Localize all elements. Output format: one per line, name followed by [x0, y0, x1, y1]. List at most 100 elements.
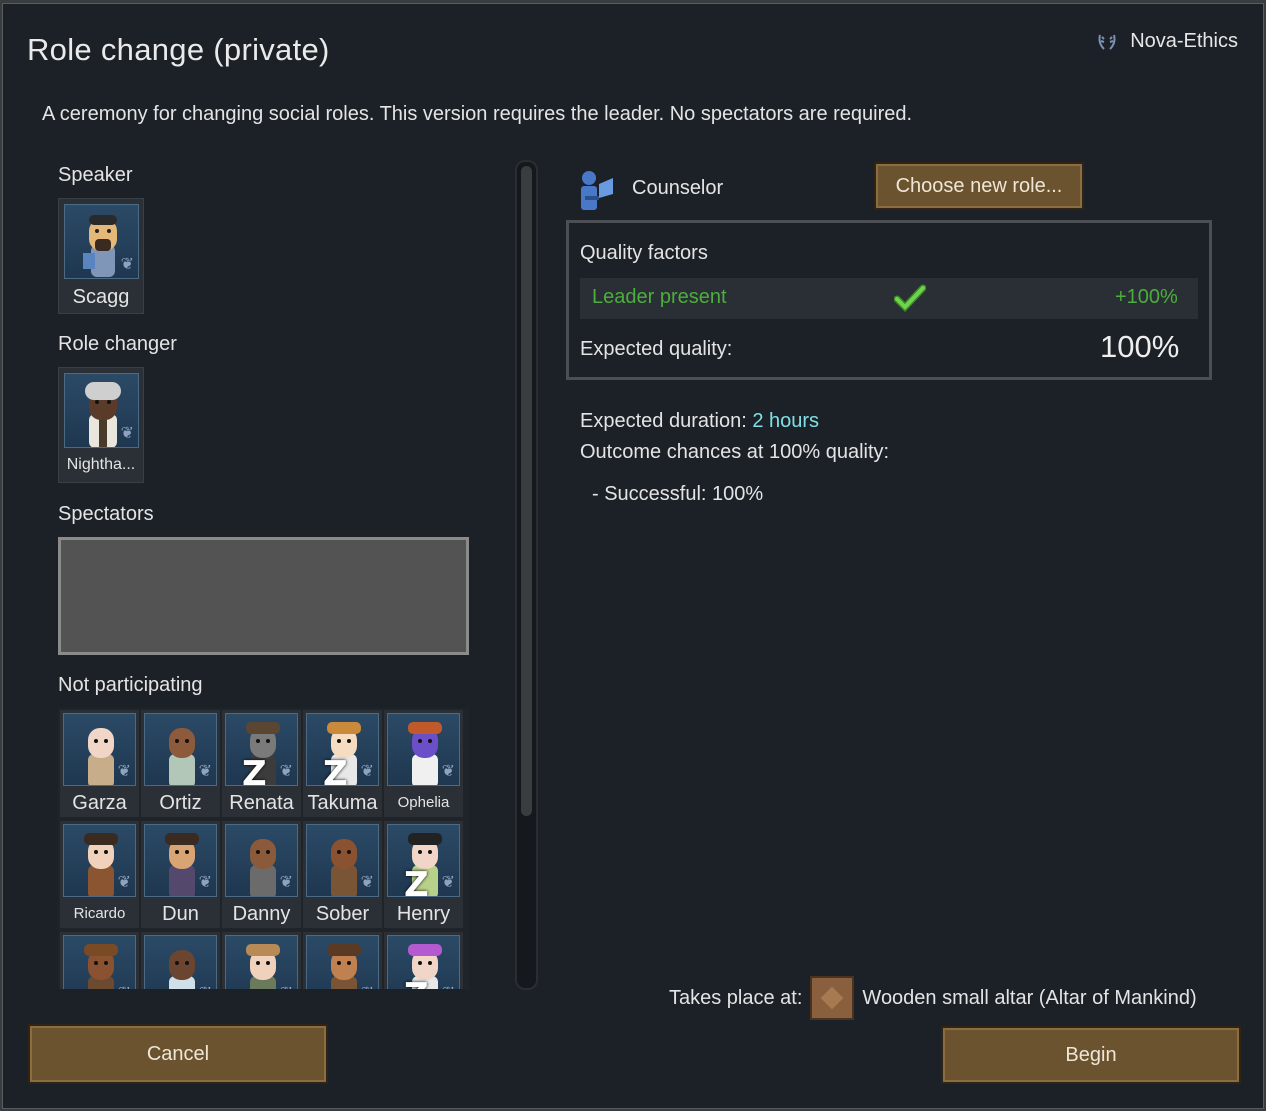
speaker-pawn-card[interactable]: ❦ Scagg [58, 198, 144, 314]
ideology-laurel-icon: ❦ [361, 983, 374, 989]
ideology-laurel-icon: ❦ [280, 983, 293, 989]
pawn-card[interactable]: ❦ Dun [141, 821, 220, 928]
ideology-laurel-icon: ❦ [441, 874, 455, 891]
ideology-laurel-icon: ❦ [118, 983, 131, 989]
pawn-portrait: ❦ [144, 824, 217, 897]
pawn-portrait: ❦ [63, 713, 136, 786]
begin-button[interactable]: Begin [941, 1026, 1241, 1084]
ideology-laurel-icon: ❦ [441, 763, 455, 780]
quality-factor-value: +100% [1115, 286, 1178, 308]
ideology-laurel-icon: ❦ [198, 874, 212, 891]
pawn-card[interactable]: ❦ Ophelia [384, 710, 463, 817]
sleeping-icon: Z [404, 865, 429, 897]
pawn-name: Ortiz [159, 792, 202, 814]
ideology-laurel-icon: ❦ [198, 763, 212, 780]
ideology-icon [1098, 34, 1116, 50]
pawn-portrait: ❦ [144, 713, 217, 786]
pawn-card[interactable]: ❦ Danny [222, 821, 301, 928]
ritual-location: Takes place at: Wooden small altar (Alta… [669, 976, 1197, 1020]
pawn-card[interactable]: Z❦ [384, 932, 463, 989]
pawn-portrait: ❦ [306, 935, 379, 989]
left-panel-scrollbar[interactable] [515, 160, 538, 990]
speaker-label: Speaker [58, 164, 133, 186]
pawn-card[interactable]: ❦ [60, 932, 139, 989]
pawn-portrait: ❦ [144, 935, 217, 989]
role-changer-label: Role changer [58, 333, 177, 355]
pawn-name: Ophelia [397, 794, 450, 811]
outcome-chances-label: Outcome chances at 100% quality: [580, 441, 890, 463]
role-name: Counselor [632, 177, 724, 199]
sleeping-icon: Z [323, 754, 348, 786]
checkmark-icon [894, 284, 926, 312]
pawn-name: Henry [396, 903, 451, 925]
sleeping-icon: Z [404, 976, 429, 989]
pawn-card[interactable]: Z ❦ Takuma [303, 710, 382, 817]
pawn-card[interactable]: ❦ [303, 932, 382, 989]
pawn-card[interactable]: ❦ [141, 932, 220, 989]
pawn-portrait: Z❦ [387, 935, 460, 989]
counselor-role-icon [581, 171, 613, 210]
ritual-description: A ceremony for changing social roles. Th… [42, 103, 913, 125]
pawn-portrait: ❦ [64, 204, 139, 279]
ideology-laurel-icon: ❦ [120, 256, 134, 273]
choose-new-role-button[interactable]: Choose new role... [874, 162, 1084, 210]
pawn-card[interactable]: ❦ Garza [60, 710, 139, 817]
ideology-laurel-icon: ❦ [360, 874, 374, 891]
pawn-portrait: Z❦ [387, 824, 460, 897]
ideology-laurel-icon: ❦ [117, 874, 131, 891]
pawn-name: Takuma [307, 792, 378, 814]
pawn-portrait: ❦ [64, 373, 139, 448]
location-label: Takes place at: [669, 986, 803, 1009]
duration-label: Expected duration: [580, 410, 747, 432]
sleeping-icon: Z [242, 754, 267, 786]
ideology-laurel-icon: ❦ [199, 983, 212, 989]
pawn-card[interactable]: ❦ Ricardo [60, 821, 139, 928]
not-participating-label: Not participating [58, 674, 203, 696]
ideology-laurel-icon: ❦ [117, 763, 131, 780]
ideology-laurel-icon: ❦ [120, 425, 134, 442]
pawn-portrait: Z❦ [225, 713, 298, 786]
quality-factor-label: Leader present [592, 286, 727, 308]
duration-value: 2 hours [752, 410, 820, 432]
pawn-portrait: ❦ [306, 824, 379, 897]
pawn-card[interactable]: ❦ Ortiz [141, 710, 220, 817]
ideology-name: Nova-Ethics [1130, 30, 1238, 52]
pawn-card[interactable]: Z ❦ Renata [222, 710, 301, 817]
pawn-card[interactable]: ❦ Sober [303, 821, 382, 928]
expected-duration: Expected duration: 2 hours [580, 410, 819, 433]
pawn-name: Ricardo [73, 905, 126, 922]
ideology-laurel-icon: ❦ [360, 763, 374, 780]
scrollbar-thumb[interactable] [521, 166, 532, 816]
dialog-title: Role change (private) [27, 32, 330, 67]
pawn-card[interactable]: Z ❦ Henry [384, 821, 463, 928]
ideology-laurel-icon: ❦ [279, 874, 293, 891]
pawn-portrait: ❦ [63, 935, 136, 989]
pawn-portrait: ❦ [225, 935, 298, 989]
not-participating-grid: ❦ Garza ❦ Ortiz Z ❦ Renata Z ❦ Takuma ❦ Ophelia ❦ Ric… [58, 708, 469, 989]
speaker-name: Scagg [72, 286, 130, 308]
spectators-drop-area[interactable] [58, 537, 469, 655]
quality-factors-title: Quality factors [580, 242, 708, 264]
ideology-laurel-icon: ❦ [279, 763, 293, 780]
pawn-portrait: Z❦ [306, 713, 379, 786]
location-value: Wooden small altar (Altar of Mankind) [862, 986, 1197, 1009]
pawn-portrait: ❦ [225, 824, 298, 897]
pawn-name: Renata [229, 792, 294, 814]
pawn-card[interactable]: ❦ [222, 932, 301, 989]
altar-icon[interactable] [810, 976, 855, 1020]
expected-quality-value: 100% [1100, 329, 1180, 364]
pawn-name: Danny [232, 903, 291, 925]
pawn-portrait: ❦ [63, 824, 136, 897]
pawn-portrait: ❦ [387, 713, 460, 786]
pawn-name: Sober [315, 903, 370, 925]
pawn-name: Dun [162, 903, 199, 925]
ideology-laurel-icon: ❦ [442, 983, 455, 989]
role-changer-pawn-card[interactable]: ❦ Nightha... [58, 367, 144, 483]
cancel-button[interactable]: Cancel [28, 1024, 328, 1084]
expected-quality-label: Expected quality: [580, 338, 733, 360]
outcome-success-line: - Successful: 100% [592, 483, 764, 505]
role-changer-name: Nightha... [66, 456, 136, 473]
spectators-label: Spectators [58, 503, 154, 525]
pawn-name: Garza [72, 792, 127, 814]
ideology-indicator[interactable]: Nova-Ethics [1096, 30, 1238, 53]
